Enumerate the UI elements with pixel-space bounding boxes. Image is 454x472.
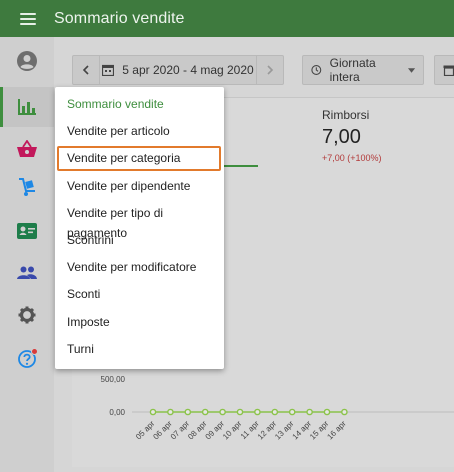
notification-badge <box>31 348 38 355</box>
gear-icon <box>18 306 36 324</box>
data-point[interactable] <box>323 408 331 416</box>
people-icon <box>17 266 37 279</box>
data-point[interactable] <box>167 408 174 416</box>
nav-reports[interactable] <box>0 87 54 127</box>
data-point[interactable] <box>306 408 313 416</box>
menu-item[interactable]: Vendite per tipo di pagamento <box>67 203 224 240</box>
sidebar <box>0 37 54 472</box>
x-tick-label: 16 apr <box>325 419 348 442</box>
menu-item[interactable]: Vendite per articolo <box>67 121 170 141</box>
menu-item[interactable]: Vendite per modificatore <box>67 257 196 277</box>
hand-truck-icon <box>19 178 35 196</box>
next-period-button[interactable] <box>256 55 284 85</box>
chevron-right-icon <box>267 65 274 75</box>
previous-period-button[interactable] <box>72 55 100 85</box>
store-filter-button[interactable] <box>434 55 454 85</box>
data-point[interactable] <box>184 408 192 416</box>
day-part-value: Giornata intera <box>329 56 376 84</box>
menu-item[interactable]: Sconti <box>67 284 100 304</box>
menu-item[interactable]: Vendite per categoria <box>67 148 180 168</box>
y-tick-label: 0,00 <box>109 408 125 417</box>
y-tick-label: 500,00 <box>101 375 126 384</box>
basket-icon <box>17 140 37 157</box>
menu-item[interactable]: Imposte <box>67 312 110 332</box>
data-point[interactable] <box>271 408 279 416</box>
data-point[interactable] <box>219 408 226 416</box>
clock-icon <box>311 65 322 75</box>
page-title: Sommario vendite <box>54 9 185 27</box>
data-point[interactable] <box>149 408 157 416</box>
nav-customers[interactable] <box>0 211 54 251</box>
day-part-dropdown[interactable]: Giornata intera <box>302 55 424 85</box>
date-range-picker: 5 apr 2020 - 4 mag 2020 <box>72 55 284 85</box>
nav-help[interactable] <box>0 339 54 379</box>
nav-settings[interactable] <box>0 295 54 335</box>
menu-item-sales-summary[interactable]: Sommario vendite <box>67 94 164 114</box>
data-point[interactable] <box>254 408 261 416</box>
data-point[interactable] <box>201 408 209 416</box>
bar-chart-icon <box>18 99 36 115</box>
nav-employees[interactable] <box>0 253 54 293</box>
nav-account[interactable] <box>0 41 54 81</box>
app-bar: Sommario vendite <box>0 0 454 37</box>
menu-item[interactable]: Scontrini <box>67 230 114 250</box>
x-tick-label: 10 apr <box>221 419 244 442</box>
data-point[interactable] <box>288 408 296 416</box>
id-card-icon <box>17 223 37 239</box>
store-icon <box>443 65 454 76</box>
nav-sales[interactable] <box>0 129 54 169</box>
date-range-text: 5 apr 2020 - 4 mag 2020 <box>122 63 254 77</box>
account-icon <box>17 51 37 71</box>
reports-menu: Sommario vendite Vendite per articolo Vend… <box>55 87 224 369</box>
menu-item[interactable]: Turni <box>67 339 94 359</box>
menu-item[interactable]: Vendite per dipendente <box>67 176 190 196</box>
data-point[interactable] <box>341 408 348 416</box>
chevron-left-icon <box>82 65 89 75</box>
calendar-icon <box>102 64 115 76</box>
menu-icon[interactable] <box>20 12 36 25</box>
caret-down-icon <box>407 67 415 73</box>
date-range-button[interactable]: 5 apr 2020 - 4 mag 2020 <box>100 55 256 85</box>
nav-inventory[interactable] <box>0 167 54 207</box>
data-point[interactable] <box>236 408 244 416</box>
